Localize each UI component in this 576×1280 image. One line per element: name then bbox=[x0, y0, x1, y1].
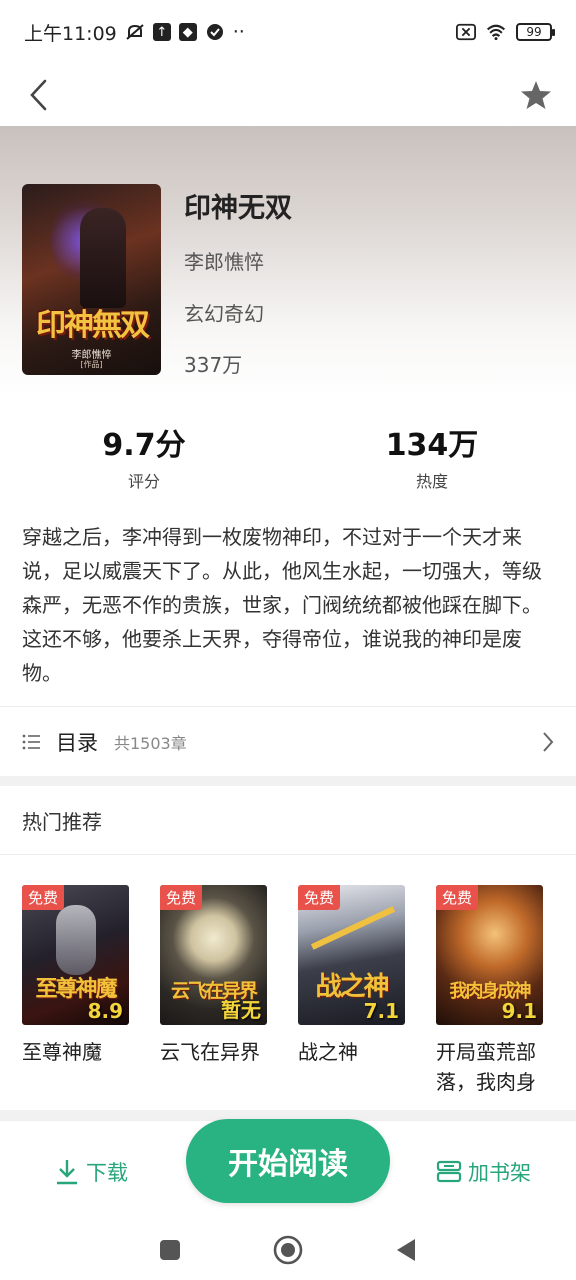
cover-title-art: 印神無双 bbox=[36, 308, 150, 343]
rec-book-card[interactable]: 我肉身成神 免费 9.1 开局蛮荒部落，我肉身 bbox=[436, 885, 544, 1097]
book-genre: 玄幻奇幻 bbox=[184, 302, 264, 326]
rec-book-card[interactable]: 战之神 免费 7.1 战之神 bbox=[298, 885, 406, 1067]
rec-score: 7.1 bbox=[363, 999, 399, 1023]
more-notifications-icon: ·· bbox=[232, 21, 245, 43]
status-time: 上午11:09 bbox=[24, 22, 117, 45]
free-badge: 免费 bbox=[22, 885, 65, 910]
book-header: 印神無双 李郎憔悴 [作品] 印神无双 李郎憔悴 玄幻奇幻 337万 bbox=[0, 126, 576, 396]
divider bbox=[0, 854, 576, 855]
rec-score: 9.1 bbox=[501, 999, 537, 1023]
free-badge: 免费 bbox=[160, 885, 203, 910]
start-reading-button[interactable]: 开始阅读 bbox=[186, 1119, 390, 1203]
list-icon bbox=[22, 734, 40, 750]
catalog-row[interactable]: 目录 共1503章 bbox=[0, 708, 576, 776]
rec-book-name: 开局蛮荒部落，我肉身 bbox=[436, 1040, 536, 1094]
wifi-icon bbox=[486, 22, 506, 42]
book-synopsis: 穿越之后，李冲得到一枚废物神印，不过对于一个天才来说，足以威震天下了。从此，他风… bbox=[22, 525, 542, 685]
upload-notification-icon: ↑ bbox=[152, 23, 171, 41]
catalog-label: 目录 bbox=[56, 731, 98, 755]
rating-value: 9.7分 bbox=[102, 428, 186, 463]
book-author[interactable]: 李郎憔悴 bbox=[184, 246, 264, 275]
rec-book-name: 云飞在异界 bbox=[160, 1040, 260, 1064]
rec-book-cover: 战之神 免费 7.1 bbox=[298, 885, 405, 1025]
rec-score: 8.9 bbox=[87, 999, 123, 1023]
home-icon[interactable] bbox=[273, 1235, 303, 1265]
star-icon bbox=[521, 81, 551, 109]
chevron-right-icon bbox=[543, 732, 554, 752]
rec-book-name: 战之神 bbox=[298, 1040, 358, 1064]
free-badge: 免费 bbox=[298, 885, 341, 910]
cover-tag-art: [作品] bbox=[80, 360, 103, 369]
download-icon bbox=[57, 1160, 77, 1185]
system-navigation-bar bbox=[0, 1220, 576, 1280]
rec-book-cover: 我肉身成神 免费 9.1 bbox=[436, 885, 543, 1025]
rec-book-cover: 云飞在异界 免费 暂无 bbox=[160, 885, 267, 1025]
heat-value: 134万 bbox=[385, 428, 479, 463]
free-badge: 免费 bbox=[436, 885, 479, 910]
book-word-count: 337万 bbox=[184, 353, 243, 377]
rating-label: 评分 bbox=[127, 472, 160, 491]
divider bbox=[0, 706, 576, 707]
download-label: 下载 bbox=[86, 1161, 128, 1185]
back-nav-icon[interactable] bbox=[395, 1237, 417, 1263]
favorite-button[interactable] bbox=[514, 73, 558, 117]
bottom-action-bar: 下载 开始阅读 加书架 bbox=[0, 1119, 576, 1220]
back-button[interactable] bbox=[18, 75, 58, 115]
app-notification-icon: ◆ bbox=[178, 23, 197, 41]
rec-book-card[interactable]: 至尊神魔 免费 8.9 至尊神魔 bbox=[22, 885, 130, 1067]
book-cover: 印神無双 李郎憔悴 [作品] bbox=[22, 184, 161, 375]
add-to-shelf-button[interactable]: 加书架 bbox=[436, 1157, 531, 1187]
bookshelf-icon bbox=[436, 1160, 462, 1183]
recents-icon[interactable] bbox=[159, 1239, 181, 1261]
chapter-count: 共1503章 bbox=[114, 734, 187, 753]
mute-icon bbox=[125, 22, 145, 42]
chevron-left-icon bbox=[30, 79, 47, 111]
rec-score: 暂无 bbox=[221, 998, 261, 1022]
rec-cover-text: 战之神 bbox=[315, 972, 389, 1002]
rec-book-cover: 至尊神魔 免费 8.9 bbox=[22, 885, 129, 1025]
top-nav bbox=[0, 64, 576, 126]
rec-book-name: 至尊神魔 bbox=[22, 1040, 102, 1064]
book-title: 印神无双 bbox=[184, 193, 292, 224]
recommendations-heading: 热门推荐 bbox=[22, 810, 102, 834]
check-circle-icon bbox=[205, 22, 225, 42]
status-bar: 上午11:09 ↑ ◆ ·· 99 bbox=[0, 0, 576, 64]
add-shelf-label: 加书架 bbox=[468, 1161, 531, 1185]
rec-book-card[interactable]: 云飞在异界 免费 暂无 云飞在异界 bbox=[160, 885, 268, 1067]
heat-label: 热度 bbox=[415, 472, 448, 491]
download-button[interactable]: 下载 bbox=[54, 1157, 128, 1187]
section-divider bbox=[0, 776, 576, 786]
heat-stat: 134万 热度 bbox=[332, 420, 532, 492]
battery-indicator: 99 bbox=[516, 23, 555, 41]
rating-stat: 9.7分 评分 bbox=[44, 420, 244, 492]
sim-off-icon bbox=[456, 22, 476, 42]
